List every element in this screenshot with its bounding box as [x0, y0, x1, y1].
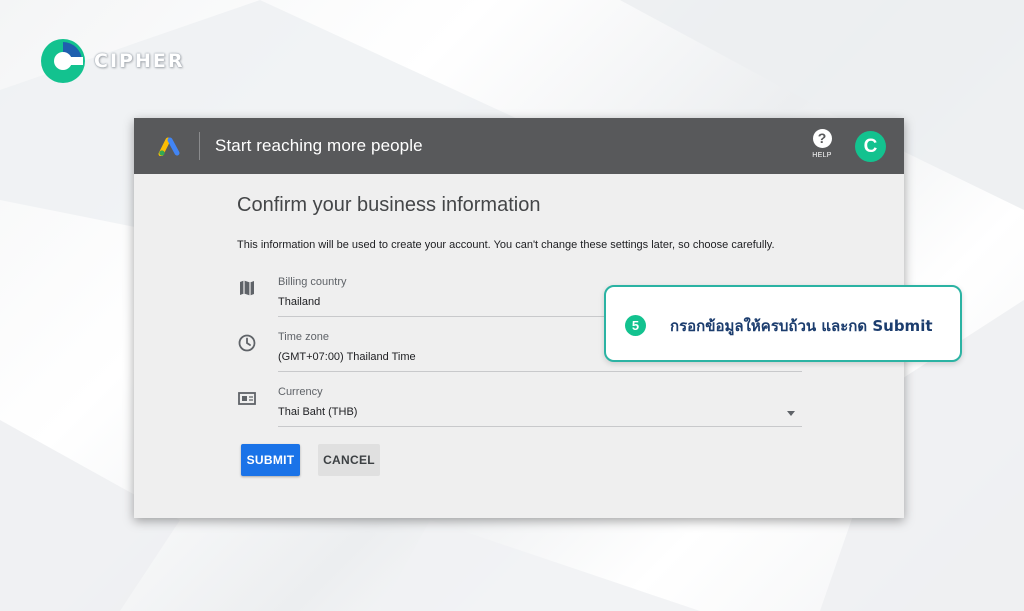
field-label: Time zone: [278, 331, 329, 343]
form-heading: Confirm your business information: [237, 194, 541, 216]
brand-logo: CIPHER: [40, 38, 184, 84]
cancel-button[interactable]: CANCEL: [318, 444, 380, 476]
form-intro: This information will be used to create …: [237, 239, 775, 251]
field-underline: [278, 426, 802, 427]
help-button[interactable]: ? HELP: [811, 129, 833, 159]
form-content: Confirm your business information This i…: [237, 194, 837, 476]
cipher-logo-icon: [41, 39, 85, 83]
callout-text: กรอกข้อมูลให้ครบถ้วน และกด Submit: [670, 317, 933, 335]
currency-icon: [238, 392, 256, 405]
field-value: Thailand: [278, 296, 321, 308]
map-icon: [240, 280, 254, 296]
avatar[interactable]: C: [855, 131, 886, 162]
page-title: Start reaching more people: [215, 136, 423, 155]
help-icon: ?: [812, 129, 832, 148]
help-label: HELP: [812, 152, 832, 159]
brand-name: CIPHER: [94, 50, 185, 72]
top-bar: Start reaching more people ? HELP C: [134, 118, 904, 174]
topbar-divider: [199, 132, 200, 160]
google-ads-logo-icon[interactable]: [158, 136, 180, 156]
submit-button[interactable]: SUBMIT: [241, 444, 300, 476]
field-value: Thai Baht (THB): [278, 406, 358, 418]
step-number-badge: 5: [625, 315, 646, 336]
currency-field[interactable]: Currency Thai Baht (THB): [237, 382, 802, 437]
chevron-down-icon[interactable]: [787, 411, 795, 416]
field-label: Billing country: [278, 276, 347, 288]
field-label: Currency: [278, 386, 323, 398]
instruction-callout: 5 กรอกข้อมูลให้ครบถ้วน และกด Submit: [604, 285, 962, 362]
clock-icon: [238, 334, 256, 352]
field-underline: [278, 371, 802, 372]
field-value: (GMT+07:00) Thailand Time: [278, 351, 416, 363]
